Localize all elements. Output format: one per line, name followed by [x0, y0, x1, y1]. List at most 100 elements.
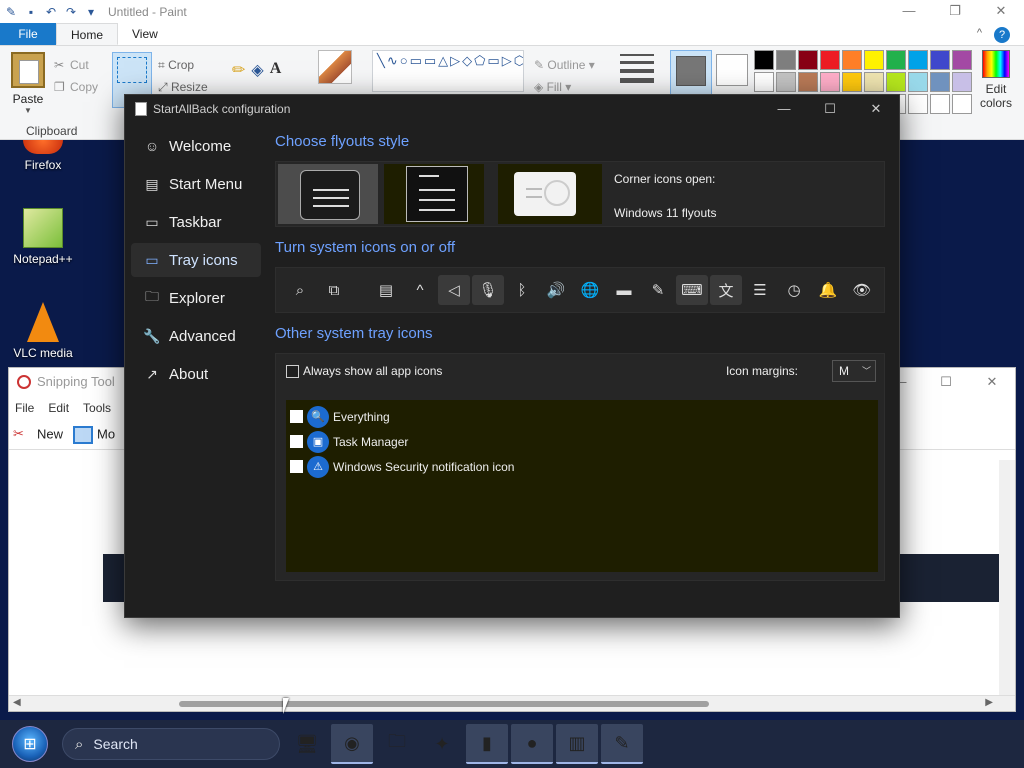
app-checkbox[interactable]	[290, 435, 303, 448]
app-checkbox[interactable]	[290, 460, 303, 473]
crop-button[interactable]: ⌗ Crop	[158, 54, 208, 76]
palette-swatch[interactable]	[754, 72, 774, 92]
palette-swatch[interactable]	[776, 50, 796, 70]
new-snip-button[interactable]: ✂ New	[13, 426, 63, 444]
location-icon[interactable]: ◁	[438, 275, 470, 305]
icon-margins-select[interactable]: M ﹀	[832, 360, 876, 382]
minimize-icon[interactable]: —	[886, 0, 932, 24]
volume-icon[interactable]: 🔊	[540, 275, 572, 305]
nav-item-taskbar[interactable]: ▭ Taskbar	[131, 205, 261, 239]
shapes-gallery[interactable]: ╲∿○▭▭△▷◇⬠▭▷⬡☆	[372, 50, 524, 92]
search-icon[interactable]: ⌕	[284, 275, 316, 305]
scroll-right-icon[interactable]: ▶	[985, 697, 993, 708]
monitor-app[interactable]: 🖥	[286, 724, 328, 764]
microphone-icon[interactable]: 🎙	[472, 275, 504, 305]
maximize-icon[interactable]: ☐	[923, 368, 969, 396]
record-app[interactable]: ●	[511, 724, 553, 764]
menu-file[interactable]: File	[15, 401, 34, 415]
paste-button[interactable]: Paste ▼	[8, 50, 48, 115]
bluetooth-icon[interactable]: ᛒ	[506, 275, 538, 305]
keyboard-icon[interactable]: ⌨	[676, 275, 708, 305]
fill-bucket-icon[interactable]: ◈	[251, 60, 263, 80]
task-view-icon[interactable]: ⧉	[318, 275, 350, 305]
palette-swatch[interactable]	[908, 72, 928, 92]
always-show-checkbox[interactable]: Always show all app icons	[286, 364, 442, 378]
scroll-left-icon[interactable]: ◀	[13, 697, 21, 708]
menu-tools[interactable]: Tools	[83, 401, 111, 415]
nav-item-about[interactable]: ↗ About	[131, 357, 261, 391]
palette-swatch[interactable]	[952, 72, 972, 92]
mixer-icon[interactable]: ☰	[744, 275, 776, 305]
start-button[interactable]: ⊞	[12, 726, 48, 762]
copy-button[interactable]: ❐ Copy	[54, 76, 98, 98]
vertical-scrollbar[interactable]	[999, 460, 1015, 696]
flyout-style-windows10[interactable]	[278, 164, 378, 224]
mode-button[interactable]: Mo	[73, 425, 115, 444]
desktop-icon-vlc[interactable]: VLC media	[8, 302, 78, 360]
desktop-icon-notepadpp[interactable]: Notepad++	[8, 208, 78, 266]
startallback-app[interactable]: ▮	[466, 724, 508, 764]
pencil-icon[interactable]: ✏	[232, 60, 245, 80]
size-button[interactable]	[620, 54, 654, 88]
book-app[interactable]: ▥	[556, 724, 598, 764]
save-icon[interactable]: ▪	[24, 5, 38, 19]
flyout-style-windows11[interactable]	[498, 164, 602, 224]
flyout-style-windows7[interactable]	[384, 164, 484, 224]
palette-swatch[interactable]	[908, 94, 928, 114]
minimize-icon[interactable]: —	[761, 95, 807, 123]
cut-button[interactable]: ✂ Cut	[54, 54, 98, 76]
nav-item-explorer[interactable]: 🗀 Explorer	[131, 281, 261, 315]
collapse-ribbon-icon[interactable]: ^	[977, 27, 982, 39]
tab-file[interactable]: File	[0, 23, 56, 45]
palette-swatch[interactable]	[886, 50, 906, 70]
palette-swatch[interactable]	[798, 50, 818, 70]
palette-swatch[interactable]	[864, 50, 884, 70]
tab-home[interactable]: Home	[56, 23, 119, 45]
text-tool-icon[interactable]: A	[270, 60, 282, 80]
language-icon[interactable]: 文	[710, 275, 742, 305]
maximize-icon[interactable]: ❐	[932, 0, 978, 24]
palette-swatch[interactable]	[930, 50, 950, 70]
app-checkbox[interactable]	[290, 410, 303, 423]
tab-view[interactable]: View	[118, 23, 172, 45]
palette-swatch[interactable]	[820, 50, 840, 70]
nav-item-tray-icons[interactable]: ▭ Tray icons	[131, 243, 261, 277]
edit-colors-button[interactable]: Edit colors	[976, 50, 1016, 110]
news-icon[interactable]: ▤	[370, 275, 402, 305]
clock-icon[interactable]: ◷	[778, 275, 810, 305]
close-icon[interactable]: ✕	[853, 95, 899, 123]
close-icon[interactable]: ✕	[969, 368, 1015, 396]
customize-qa-icon[interactable]: ▾	[84, 5, 98, 19]
paint-app[interactable]: ✎	[601, 724, 643, 764]
brushes-button[interactable]	[318, 50, 352, 84]
palette-swatch[interactable]	[930, 72, 950, 92]
close-icon[interactable]: ✕	[978, 0, 1024, 24]
menu-edit[interactable]: Edit	[48, 401, 69, 415]
palette-swatch[interactable]	[864, 72, 884, 92]
palette-swatch[interactable]	[930, 94, 950, 114]
scroll-thumb[interactable]	[179, 701, 709, 707]
help-icon[interactable]: ?	[994, 27, 1010, 43]
pen-icon[interactable]: ✎	[642, 275, 674, 305]
nav-item-welcome[interactable]: ☺ Welcome	[131, 129, 261, 163]
desktop-icon-firefox[interactable]: Firefox	[8, 140, 78, 172]
palette-swatch[interactable]	[820, 72, 840, 92]
chevron-up-icon[interactable]: ^	[404, 275, 436, 305]
firefox-app[interactable]: ◉	[331, 724, 373, 764]
battery-icon[interactable]: ▬	[608, 275, 640, 305]
horizontal-scrollbar[interactable]: ◀ ▶	[9, 695, 1015, 711]
palette-swatch[interactable]	[908, 50, 928, 70]
undo-icon[interactable]: ↶	[44, 5, 58, 19]
eye-icon[interactable]: 👁	[846, 275, 878, 305]
bell-icon[interactable]: 🔔	[812, 275, 844, 305]
redo-icon[interactable]: ↷	[64, 5, 78, 19]
nav-item-start-menu[interactable]: ▤ Start Menu	[131, 167, 261, 201]
taskbar-search[interactable]: ⌕ Search	[62, 728, 280, 760]
palette-swatch[interactable]	[842, 50, 862, 70]
palette-swatch[interactable]	[842, 72, 862, 92]
color2-button[interactable]	[716, 54, 748, 86]
maximize-icon[interactable]: ☐	[807, 95, 853, 123]
network-icon[interactable]: 🌐	[574, 275, 606, 305]
palette-swatch[interactable]	[952, 50, 972, 70]
palette-swatch[interactable]	[754, 50, 774, 70]
